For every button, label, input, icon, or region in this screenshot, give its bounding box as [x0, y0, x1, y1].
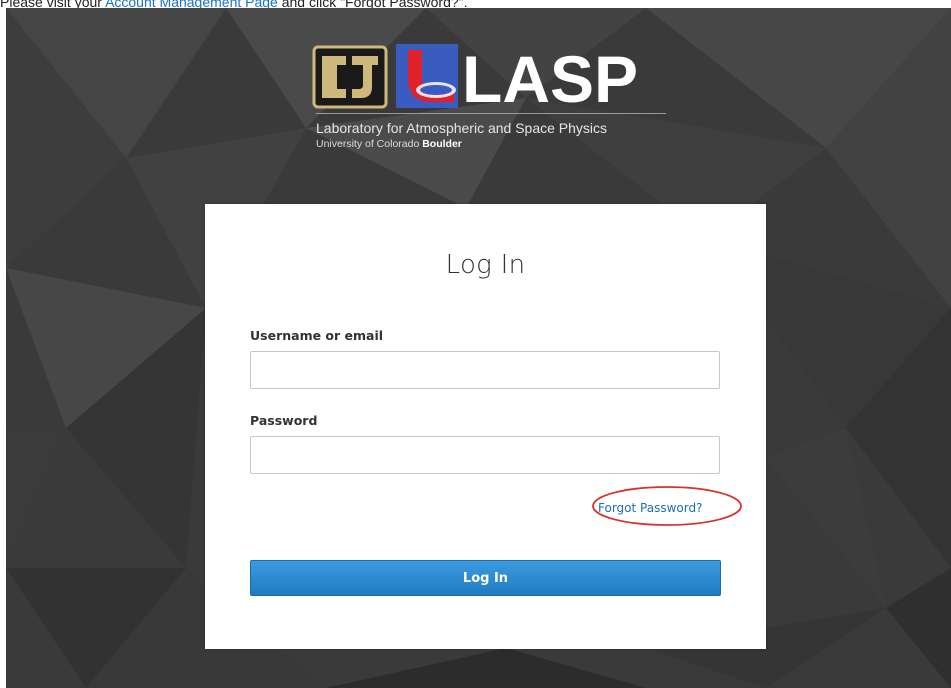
lasp-brand-header: LASP Laboratory for Atmospheric and Spac… — [312, 44, 666, 156]
cu-logo-icon — [312, 45, 388, 109]
lasp-wordmark: LASP — [462, 44, 638, 110]
brand-divider — [316, 113, 666, 114]
lasp-logo-icon: LASP — [396, 44, 638, 110]
login-title: Log In — [445, 250, 526, 280]
login-card: Log In Username or email Password Forgot… — [205, 204, 766, 649]
forgot-password-link[interactable]: Forgot Password? — [598, 501, 702, 515]
university-name: University of Colorado Boulder — [316, 138, 462, 150]
username-label: Username or email — [250, 328, 384, 343]
login-page-screenshot: LASP Laboratory for Atmospheric and Spac… — [6, 8, 951, 688]
login-button[interactable]: Log In — [250, 560, 721, 596]
lab-name: Laboratory for Atmospheric and Space Phy… — [316, 120, 608, 136]
username-input[interactable] — [250, 351, 720, 389]
university-bold: Boulder — [422, 138, 462, 150]
password-label: Password — [250, 413, 318, 428]
university-prefix: University of Colorado — [316, 138, 423, 150]
password-input[interactable] — [250, 436, 720, 474]
